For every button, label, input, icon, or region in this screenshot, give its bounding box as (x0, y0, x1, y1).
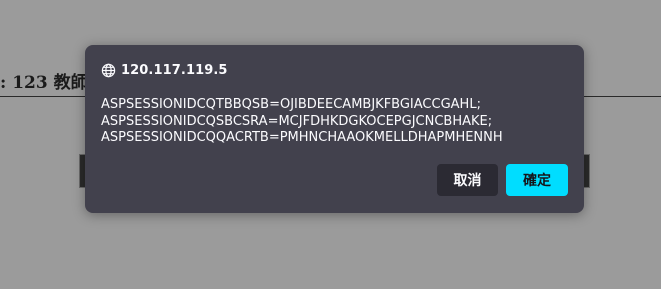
background-input-edge-right (583, 154, 590, 188)
dialog-message: ASPSESSIONIDCQTBBQSB=OJIBDEECAMBJKFBGIAC… (101, 97, 503, 145)
dialog-header: 120.117.119.5 (101, 63, 228, 78)
dialog-origin-title: 120.117.119.5 (121, 63, 228, 78)
alert-dialog: 120.117.119.5 ASPSESSIONIDCQTBBQSB=OJIBD… (85, 45, 584, 213)
ok-button[interactable]: 確定 (506, 164, 568, 196)
globe-icon (101, 63, 116, 78)
background-page-text: : 123 教師 (0, 73, 88, 93)
cancel-button[interactable]: 取消 (437, 164, 498, 196)
